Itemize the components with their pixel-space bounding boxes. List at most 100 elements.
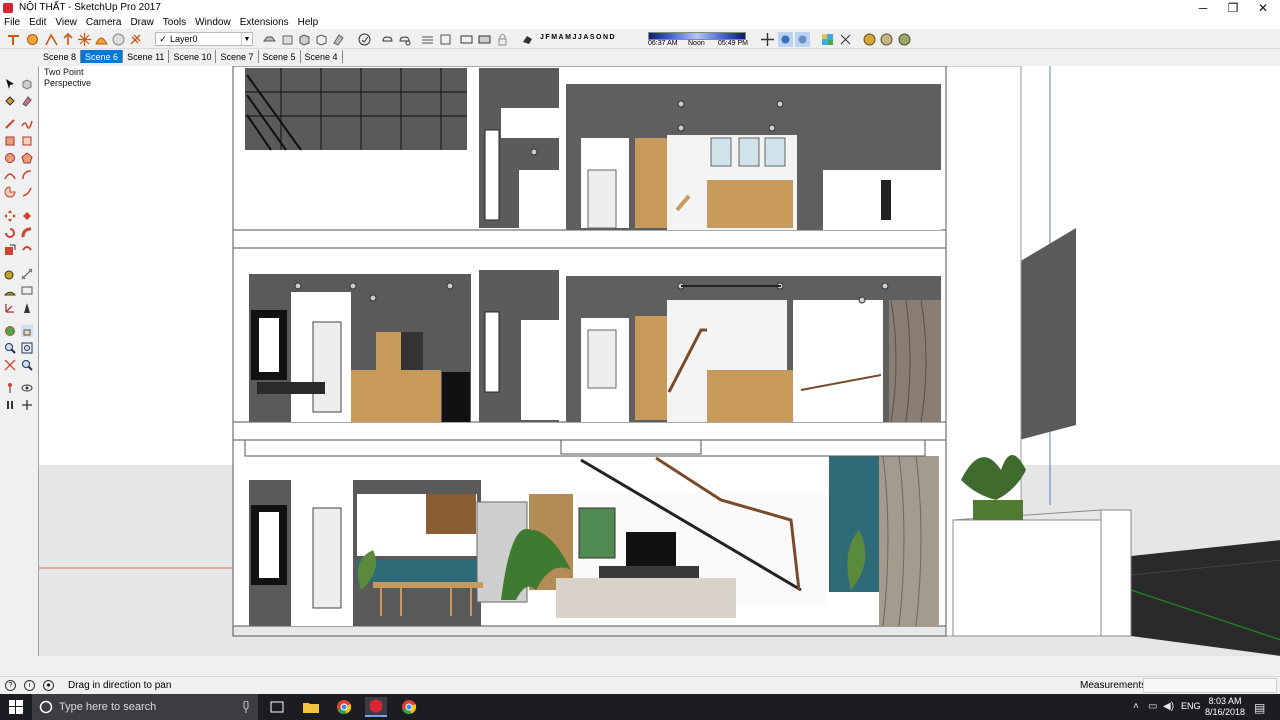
select-tool-icon[interactable]: [4, 78, 16, 90]
explode-icon[interactable]: [77, 32, 92, 47]
color-palette-icon[interactable]: [820, 32, 835, 47]
polygon-icon[interactable]: [21, 152, 33, 164]
close-button[interactable]: ✕: [1246, 0, 1280, 15]
zoom-extents-icon[interactable]: [4, 359, 16, 371]
xray-icon[interactable]: [838, 32, 853, 47]
component-icon[interactable]: [262, 32, 277, 47]
pie-icon[interactable]: [4, 186, 16, 198]
edge-style-icon[interactable]: [795, 32, 810, 47]
look-around-icon[interactable]: [21, 382, 33, 394]
check-model-icon[interactable]: [357, 32, 372, 47]
menu-help[interactable]: Help: [298, 17, 319, 28]
make-component-icon[interactable]: [21, 78, 33, 90]
section-cut-icon[interactable]: [438, 32, 453, 47]
cube-outline-icon[interactable]: [314, 32, 329, 47]
minimize-button[interactable]: ─: [1186, 0, 1220, 15]
circle-draw-icon[interactable]: [4, 152, 16, 164]
text-tool-icon[interactable]: [21, 285, 33, 297]
chevron-down-icon[interactable]: ▼: [241, 33, 252, 45]
rectangle-tool-icon[interactable]: [4, 135, 16, 147]
pan-move-icon[interactable]: [760, 32, 775, 47]
tab-scene-8[interactable]: Scene 8: [39, 50, 82, 63]
section-plane-icon[interactable]: [420, 32, 435, 47]
start-button[interactable]: [0, 694, 32, 720]
restore-button[interactable]: ❐: [1216, 0, 1250, 15]
arc-draw-icon[interactable]: [4, 169, 16, 181]
rotate-tool-icon[interactable]: [4, 227, 16, 239]
walk-tool-icon[interactable]: [4, 399, 16, 411]
freehand-icon[interactable]: [21, 118, 33, 130]
zoom-window-icon[interactable]: [21, 342, 33, 354]
menu-file[interactable]: File: [4, 17, 20, 28]
info-icon[interactable]: i: [24, 680, 35, 691]
menu-extensions[interactable]: Extensions: [240, 17, 289, 28]
chrome-icon[interactable]: [333, 697, 355, 717]
push-pull-tool-icon[interactable]: [21, 210, 33, 222]
three-point-arc-icon[interactable]: [21, 186, 33, 198]
box-icon[interactable]: [280, 32, 295, 47]
tab-scene-7[interactable]: Scene 7: [216, 50, 259, 63]
file-explorer-icon[interactable]: [300, 697, 322, 717]
line-tool-icon[interactable]: [6, 32, 21, 47]
position-camera-icon[interactable]: [4, 382, 16, 394]
two-point-arc-icon[interactable]: [21, 169, 33, 181]
extension-warehouse-icon[interactable]: [862, 32, 877, 47]
section-fill-icon[interactable]: [477, 32, 492, 47]
pan-tool-icon[interactable]: [21, 325, 33, 337]
user-icon[interactable]: ●: [43, 680, 54, 691]
chevron-up-icon[interactable]: ˄: [1133, 701, 1139, 712]
menu-edit[interactable]: Edit: [29, 17, 46, 28]
eraser-tool-icon[interactable]: [21, 95, 33, 107]
chrome-icon-2[interactable]: [398, 697, 420, 717]
fog-icon[interactable]: [778, 32, 793, 47]
microphone-icon[interactable]: [242, 701, 250, 713]
offset-tool-icon[interactable]: [21, 244, 33, 256]
tab-scene-6[interactable]: Scene 6: [81, 50, 124, 63]
menu-draw[interactable]: Draw: [130, 17, 153, 28]
menu-view[interactable]: View: [55, 17, 77, 28]
teapot-icon[interactable]: [380, 32, 395, 47]
volume-icon[interactable]: ◀): [1163, 701, 1174, 712]
3d-warehouse-icon[interactable]: [879, 32, 894, 47]
menu-tools[interactable]: Tools: [163, 17, 186, 28]
previous-view-icon[interactable]: [21, 359, 33, 371]
scale-tool-icon[interactable]: [4, 244, 16, 256]
push-pull-icon[interactable]: [61, 32, 76, 47]
menu-window[interactable]: Window: [195, 17, 231, 28]
tab-scene-10[interactable]: Scene 10: [169, 50, 217, 63]
shadows-icon[interactable]: [520, 32, 535, 47]
axes-tool-icon[interactable]: [4, 302, 16, 314]
move-tool-icon[interactable]: [4, 210, 16, 222]
3d-text-icon[interactable]: [21, 302, 33, 314]
measurements-input[interactable]: [1143, 678, 1277, 693]
eraser-icon[interactable]: [331, 32, 346, 47]
tab-scene-5[interactable]: Scene 5: [259, 50, 301, 63]
network-icon[interactable]: ▭: [1148, 701, 1157, 712]
protractor-icon[interactable]: [4, 285, 16, 297]
notifications-icon[interactable]: ▤: [1254, 701, 1265, 715]
shadow-time-slider[interactable]: [648, 32, 746, 40]
sketchup-taskbar-icon[interactable]: [365, 697, 387, 717]
tab-scene-11[interactable]: Scene 11: [123, 50, 170, 63]
cube-icon[interactable]: [297, 32, 312, 47]
follow-me-icon[interactable]: [21, 227, 33, 239]
clock[interactable]: 8:03 AM 8/16/2018: [1205, 696, 1245, 718]
tab-scene-4[interactable]: Scene 4: [301, 50, 343, 63]
shadow-month-slider[interactable]: J F M A M J J A S O N D: [540, 34, 615, 41]
rotated-rectangle-icon[interactable]: [21, 135, 33, 147]
orbit-tool-icon[interactable]: [4, 325, 16, 337]
section-plane-tool-icon[interactable]: [21, 399, 33, 411]
menu-camera[interactable]: Camera: [86, 17, 122, 28]
circle-tool-icon[interactable]: [25, 32, 40, 47]
geolocation-icon[interactable]: ?: [5, 680, 16, 691]
language-indicator[interactable]: ENG: [1181, 701, 1201, 711]
shape-tool-icon[interactable]: [94, 32, 109, 47]
teapot-gear-icon[interactable]: [397, 32, 412, 47]
display-section-icon[interactable]: [459, 32, 474, 47]
spring-icon[interactable]: [128, 32, 143, 47]
arc-tool-icon[interactable]: [44, 32, 59, 47]
task-view-icon[interactable]: [266, 697, 288, 717]
model-viewport[interactable]: Two Point Perspective: [38, 66, 1280, 656]
paint-bucket-icon[interactable]: [4, 95, 16, 107]
lock-icon[interactable]: [495, 32, 510, 47]
